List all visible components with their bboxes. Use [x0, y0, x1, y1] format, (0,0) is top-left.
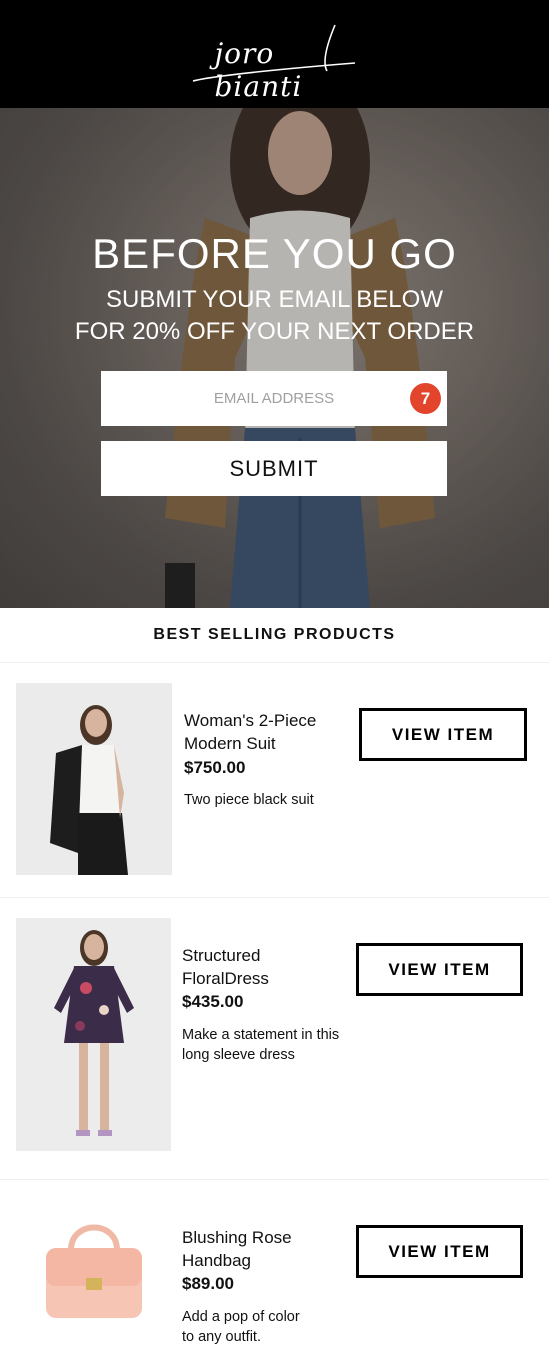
product-name-line2: FloralDress [182, 969, 269, 988]
view-item-button[interactable]: VIEW ITEM [356, 1225, 523, 1278]
brand-logo[interactable]: joro bianti [185, 19, 365, 103]
product-name-line2: Handbag [182, 1251, 252, 1270]
notification-badge[interactable]: 7 [410, 383, 441, 414]
view-item-button[interactable]: VIEW ITEM [359, 708, 527, 761]
brand-name: joro bianti [214, 37, 303, 103]
product-price: $89.00 [182, 1274, 234, 1293]
popup-title: BEFORE YOU GO [92, 230, 457, 277]
product-name-line1: Blushing Rose [182, 1228, 292, 1247]
product-name-line1: Structured [182, 946, 261, 965]
submit-button[interactable]: SUBMIT [101, 441, 447, 496]
best-selling-heading: BEST SELLING PRODUCTS [0, 608, 549, 663]
product-name-line1: Woman's 2-Piece [184, 711, 317, 730]
floral-dress-photo [16, 918, 171, 1151]
suit-photo [16, 683, 172, 875]
product-divider [0, 1179, 549, 1180]
product-image-handbag[interactable] [16, 1210, 172, 1330]
product-price: $435.00 [182, 992, 244, 1011]
product-image-suit[interactable] [16, 683, 172, 875]
popup-subtitle-line2: FOR 20% OFF YOUR NEXT ORDER [74, 318, 475, 345]
product-name: Structured FloralDress [182, 944, 269, 990]
email-field-container: 7 [101, 371, 447, 426]
site-header: joro bianti [0, 0, 549, 108]
product-name-line2: Modern Suit [184, 734, 276, 753]
product-description: Add a pop of color to any outfit. [182, 1309, 300, 1345]
product-name: Blushing Rose Handbag [182, 1226, 292, 1272]
product-divider [0, 897, 549, 898]
popup-subtitle-line1: SUBMIT YOUR EMAIL BELOW [106, 286, 443, 313]
email-input[interactable] [157, 389, 391, 408]
product-price: $750.00 [184, 758, 246, 777]
product-description: Make a statement in this long sleeve dre… [182, 1027, 340, 1063]
product-name: Woman's 2-Piece Modern Suit [184, 709, 316, 755]
product-description: Two piece black suit [184, 792, 314, 808]
view-item-button[interactable]: VIEW ITEM [356, 943, 523, 996]
handbag-photo [46, 1224, 142, 1318]
product-image-floral-dress[interactable] [16, 918, 171, 1151]
hero-banner: BEFORE YOU GO SUBMIT YOUR EMAIL BELOW FO… [0, 108, 549, 608]
